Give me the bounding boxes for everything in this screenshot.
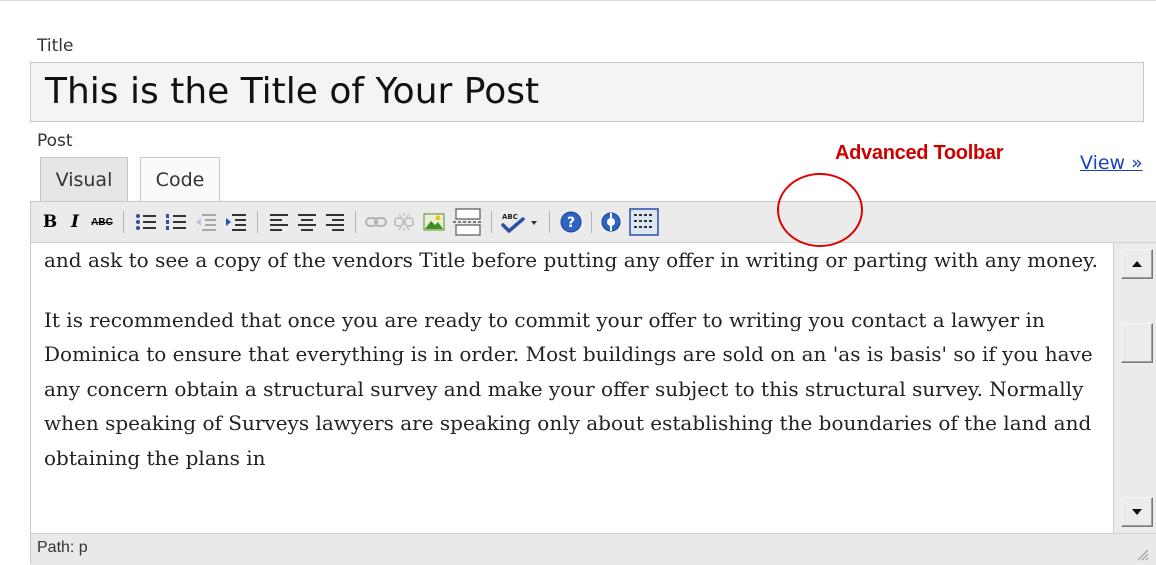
italic-button[interactable]: I bbox=[64, 208, 86, 236]
editor-scrollbar[interactable] bbox=[1113, 243, 1156, 533]
title-input[interactable]: This is the Title of Your Post bbox=[30, 62, 1144, 122]
toolbar-separator bbox=[549, 211, 550, 233]
advanced-toolbar-button[interactable] bbox=[627, 208, 661, 236]
advanced-toolbar-icon bbox=[629, 208, 659, 236]
resize-grip-icon[interactable] bbox=[1135, 547, 1149, 561]
align-center-button[interactable] bbox=[295, 208, 319, 236]
unlink-button[interactable] bbox=[391, 208, 417, 236]
help-button[interactable]: ? bbox=[557, 208, 585, 236]
spellcheck-button[interactable]: ABC bbox=[497, 208, 543, 236]
bulleted-list-icon bbox=[136, 214, 156, 230]
insert-link-button[interactable] bbox=[363, 208, 389, 236]
svg-text:?: ? bbox=[567, 215, 575, 231]
toolbar-separator bbox=[591, 211, 592, 233]
post-label: Post bbox=[37, 131, 73, 151]
content-paragraph: and ask to see a copy of the vendors Tit… bbox=[44, 248, 1099, 272]
bold-icon: B bbox=[42, 212, 58, 232]
strikethrough-icon: ABC bbox=[91, 216, 113, 228]
post-editor: B I ABC ABC ? and ask to see a copy of t… bbox=[30, 201, 1156, 565]
bold-button[interactable]: B bbox=[39, 208, 61, 236]
arrow-down-icon bbox=[1132, 509, 1142, 515]
arrow-up-icon bbox=[1132, 261, 1142, 267]
strikethrough-button[interactable]: ABC bbox=[87, 208, 117, 236]
toolbar-separator bbox=[491, 211, 492, 233]
link-icon bbox=[365, 217, 387, 227]
align-left-icon bbox=[270, 214, 288, 231]
fullscreen-button[interactable] bbox=[597, 208, 625, 236]
scrollbar-thumb[interactable] bbox=[1121, 323, 1153, 363]
view-link[interactable]: View » bbox=[1080, 152, 1143, 174]
title-label: Title bbox=[37, 36, 74, 56]
editor-statusbar: Path: p bbox=[31, 533, 1156, 565]
fullscreen-icon bbox=[601, 212, 621, 232]
tab-code[interactable]: Code bbox=[140, 157, 220, 201]
toolbar-separator bbox=[355, 211, 356, 233]
outdent-icon bbox=[196, 214, 216, 231]
element-path: Path: p bbox=[37, 539, 88, 556]
align-left-button[interactable] bbox=[267, 208, 291, 236]
align-center-icon bbox=[298, 214, 316, 231]
numbered-list-icon bbox=[166, 214, 186, 230]
spellcheck-icon: ABC bbox=[501, 213, 537, 233]
editor-toolbar: B I ABC ABC ? bbox=[31, 202, 1156, 243]
numbered-list-button[interactable] bbox=[163, 208, 189, 236]
toolbar-separator bbox=[257, 211, 258, 233]
indent-button[interactable] bbox=[223, 208, 249, 236]
insert-image-icon bbox=[423, 213, 445, 231]
insert-more-button[interactable] bbox=[451, 208, 485, 236]
scroll-up-button[interactable] bbox=[1121, 249, 1153, 279]
outdent-button[interactable] bbox=[193, 208, 219, 236]
svg-text:ABC: ABC bbox=[502, 213, 518, 221]
toolbar-separator bbox=[123, 211, 124, 233]
bulleted-list-button[interactable] bbox=[133, 208, 159, 236]
editor-content[interactable]: and ask to see a copy of the vendors Tit… bbox=[31, 243, 1113, 533]
unlink-icon bbox=[394, 213, 414, 231]
align-right-icon bbox=[326, 214, 344, 231]
tab-visual[interactable]: Visual bbox=[40, 157, 128, 201]
help-icon: ? bbox=[560, 211, 582, 233]
content-paragraph: It is recommended that once you are read… bbox=[44, 307, 1093, 470]
scroll-down-button[interactable] bbox=[1121, 497, 1153, 527]
insert-more-icon bbox=[453, 208, 483, 236]
insert-image-button[interactable] bbox=[421, 208, 447, 236]
page-top-border bbox=[0, 0, 1156, 9]
italic-icon: I bbox=[71, 212, 79, 232]
align-right-button[interactable] bbox=[323, 208, 347, 236]
advanced-toolbar-annotation: Advanced Toolbar bbox=[835, 142, 1004, 164]
indent-icon bbox=[226, 214, 246, 231]
